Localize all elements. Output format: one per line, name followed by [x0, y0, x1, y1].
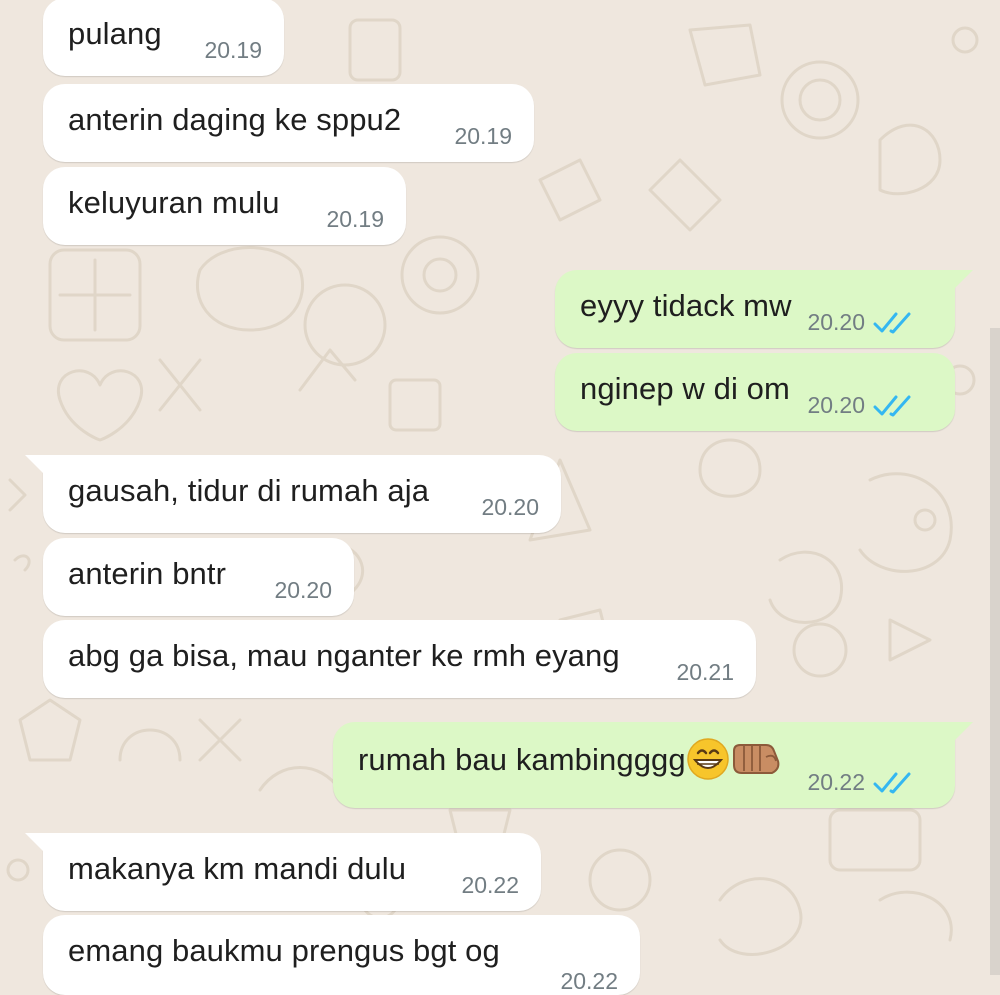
message-bubble-incoming[interactable]: gausah, tidur di rumah aja 20.20: [25, 455, 561, 533]
message-time: 20.20: [807, 392, 865, 418]
message-bubble-outgoing[interactable]: rumah bau kambingggg 20.22: [333, 722, 973, 808]
message-time: 20.19: [204, 37, 262, 63]
message-text: eyyy tidack mw: [580, 288, 792, 323]
message-meta: 20.19: [326, 206, 384, 233]
message-time: 20.22: [807, 769, 865, 795]
double-check-read-icon: [873, 772, 911, 793]
message-text: anterin daging ke sppu2: [68, 102, 402, 137]
grinning-face-icon: [686, 738, 729, 780]
message-text-body: rumah bau kambingggg: [358, 742, 686, 777]
message-meta: 20.20: [807, 392, 915, 419]
message-text: anterin bntr: [68, 556, 227, 591]
message-meta: 20.19: [454, 123, 512, 150]
message-meta: 20.20: [274, 577, 332, 604]
message-time: 20.21: [676, 659, 734, 685]
message-time: 20.22: [560, 968, 618, 994]
message-bubble-incoming[interactable]: anterin daging ke sppu2 20.19: [43, 84, 534, 162]
message-bubble-incoming[interactable]: pulang 20.19: [43, 0, 284, 76]
message-meta: 20.22: [560, 968, 618, 995]
message-time: 20.20: [481, 494, 539, 520]
double-check-read-icon: [873, 395, 911, 416]
message-meta: 20.21: [676, 659, 734, 686]
message-text: rumah bau kambingggg: [358, 738, 782, 781]
message-bubble-incoming[interactable]: anterin bntr 20.20: [43, 538, 354, 616]
message-time: 20.20: [807, 309, 865, 335]
message-text: keluyuran mulu: [68, 185, 280, 220]
message-text: abg ga bisa, mau nganter ke rmh eyang: [68, 638, 620, 673]
message-bubble-outgoing[interactable]: nginep w di om 20.20: [555, 353, 955, 431]
message-meta: 20.20: [807, 309, 915, 336]
message-text: pulang: [68, 16, 162, 51]
message-meta: 20.20: [481, 494, 539, 521]
message-meta: 20.19: [204, 37, 262, 64]
message-bubble-incoming[interactable]: makanya km mandi dulu 20.22: [25, 833, 541, 911]
fist-bump-icon: [732, 743, 780, 774]
message-time: 20.20: [274, 577, 332, 603]
message-meta: 20.22: [807, 769, 915, 796]
message-bubble-incoming[interactable]: abg ga bisa, mau nganter ke rmh eyang 20…: [43, 620, 756, 698]
message-text: nginep w di om: [580, 371, 790, 406]
message-bubble-incoming[interactable]: keluyuran mulu 20.19: [43, 167, 406, 245]
message-text: makanya km mandi dulu: [68, 851, 407, 886]
message-time: 20.22: [461, 872, 519, 898]
message-text: emang baukmu prengus bgt og: [68, 933, 500, 968]
double-check-read-icon: [873, 312, 911, 333]
message-bubble-outgoing[interactable]: eyyy tidack mw 20.20: [555, 270, 973, 348]
message-time: 20.19: [454, 123, 512, 149]
message-time: 20.19: [326, 206, 384, 232]
message-meta: 20.22: [461, 872, 519, 899]
message-text: gausah, tidur di rumah aja: [68, 473, 430, 508]
chat-message-list: pulang 20.19 anterin daging ke sppu2 20.…: [0, 0, 1000, 995]
message-bubble-incoming[interactable]: emang baukmu prengus bgt og 20.22: [43, 915, 640, 995]
